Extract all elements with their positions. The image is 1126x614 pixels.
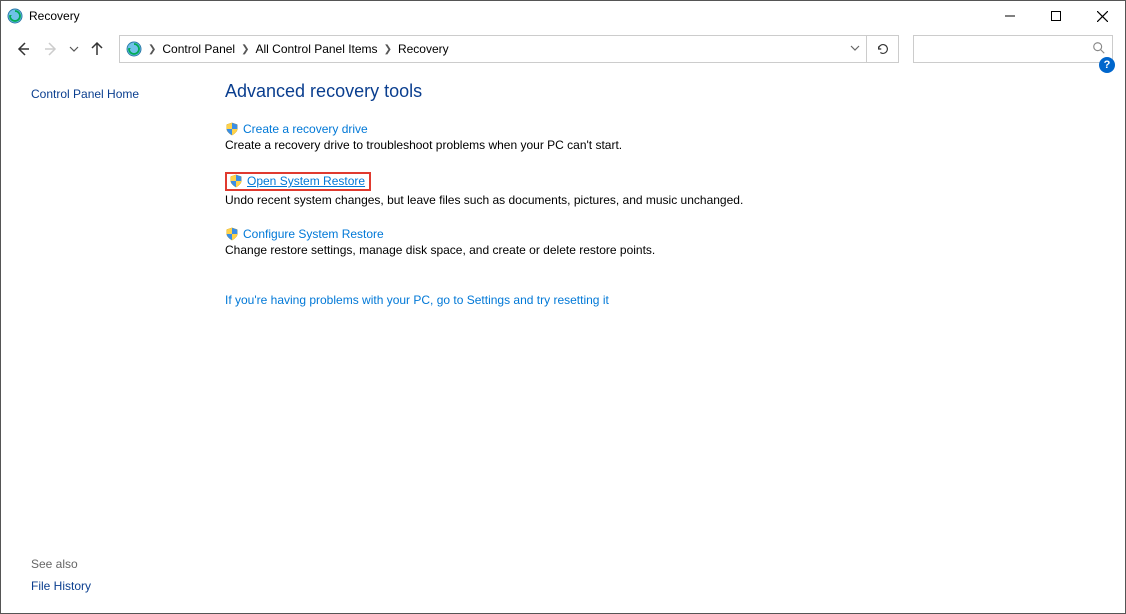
back-button[interactable] xyxy=(11,37,35,61)
recovery-app-icon xyxy=(7,8,23,24)
address-bar-group: ❯ Control Panel ❯ All Control Panel Item… xyxy=(119,35,899,63)
content-body: Control Panel Home See also File History… xyxy=(1,67,1125,613)
address-bar-icon xyxy=(126,41,142,57)
chevron-right-icon[interactable]: ❯ xyxy=(384,44,392,55)
shield-icon xyxy=(225,227,239,241)
tool-open-system-restore: Open System Restore Undo recent system c… xyxy=(225,172,1105,207)
main-content: Advanced recovery tools Create a recover… xyxy=(201,67,1125,613)
title-bar-left: Recovery xyxy=(7,8,80,24)
close-button[interactable] xyxy=(1079,1,1125,31)
configure-system-restore-link[interactable]: Configure System Restore xyxy=(243,227,384,241)
configure-system-restore-desc: Change restore settings, manage disk spa… xyxy=(225,243,1105,257)
search-box[interactable] xyxy=(913,35,1113,63)
window-title: Recovery xyxy=(29,9,80,23)
file-history-link[interactable]: File History xyxy=(31,579,201,593)
see-also-label: See also xyxy=(31,557,201,571)
tool-configure-system-restore: Configure System Restore Change restore … xyxy=(225,227,1105,257)
recovery-window: Recovery xyxy=(0,0,1126,614)
maximize-button[interactable] xyxy=(1033,1,1079,31)
open-system-restore-desc: Undo recent system changes, but leave fi… xyxy=(225,193,1105,207)
sidebar: Control Panel Home See also File History xyxy=(1,67,201,613)
chevron-right-icon[interactable]: ❯ xyxy=(148,44,156,55)
address-history-dropdown[interactable] xyxy=(850,42,860,56)
breadcrumb-all-items[interactable]: All Control Panel Items xyxy=(256,42,378,56)
recent-locations-dropdown[interactable] xyxy=(67,37,81,61)
create-recovery-drive-link[interactable]: Create a recovery drive xyxy=(243,122,368,136)
open-system-restore-link[interactable]: Open System Restore xyxy=(247,174,365,188)
title-bar: Recovery xyxy=(1,1,1125,31)
shield-icon xyxy=(225,122,239,136)
create-recovery-drive-desc: Create a recovery drive to troubleshoot … xyxy=(225,138,1105,152)
control-panel-home-link[interactable]: Control Panel Home xyxy=(31,87,201,101)
forward-button[interactable] xyxy=(39,37,63,61)
minimize-button[interactable] xyxy=(987,1,1033,31)
tool-create-recovery-drive: Create a recovery drive Create a recover… xyxy=(225,122,1105,152)
search-input[interactable] xyxy=(920,41,1092,57)
highlight-box: Open System Restore xyxy=(225,172,371,191)
shield-icon xyxy=(229,174,243,188)
reset-pc-link[interactable]: If you're having problems with your PC, … xyxy=(225,293,609,307)
search-icon[interactable] xyxy=(1092,41,1106,58)
breadcrumb-recovery[interactable]: Recovery xyxy=(398,42,449,56)
address-bar[interactable]: ❯ Control Panel ❯ All Control Panel Item… xyxy=(119,35,867,63)
up-button[interactable] xyxy=(85,37,109,61)
navigation-bar: ❯ Control Panel ❯ All Control Panel Item… xyxy=(1,31,1125,67)
refresh-button[interactable] xyxy=(867,35,899,63)
chevron-right-icon[interactable]: ❯ xyxy=(241,44,249,55)
page-heading: Advanced recovery tools xyxy=(225,81,1105,102)
breadcrumb-control-panel[interactable]: Control Panel xyxy=(162,42,235,56)
window-controls xyxy=(987,1,1125,31)
